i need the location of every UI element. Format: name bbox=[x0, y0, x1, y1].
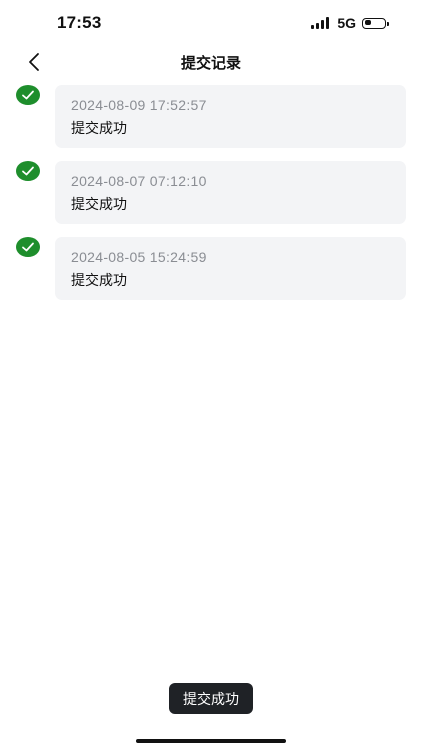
status-bar: 17:53 5G bbox=[0, 0, 422, 44]
record-time: 2024-08-07 07:12:10 bbox=[71, 173, 207, 189]
home-indicator[interactable] bbox=[136, 739, 286, 743]
nav-bar: 提交记录 bbox=[0, 44, 422, 80]
check-circle-icon bbox=[16, 237, 40, 257]
toast-message: 提交成功 bbox=[169, 683, 253, 714]
record-status: 提交成功 bbox=[71, 272, 127, 288]
record-time: 2024-08-05 15:24:59 bbox=[71, 249, 207, 265]
network-type: 5G bbox=[337, 15, 356, 31]
check-circle-icon bbox=[16, 85, 40, 105]
record-card[interactable]: 2024-08-09 17:52:57 提交成功 bbox=[55, 85, 406, 148]
submission-record-list: 2024-08-09 17:52:57 提交成功 2024-08-07 07:1… bbox=[0, 85, 422, 313]
page-title: 提交记录 bbox=[180, 55, 241, 72]
record-status: 提交成功 bbox=[71, 120, 127, 136]
list-item[interactable]: 2024-08-07 07:12:10 提交成功 bbox=[0, 161, 422, 224]
battery-icon bbox=[362, 17, 389, 29]
list-item[interactable]: 2024-08-09 17:52:57 提交成功 bbox=[0, 85, 422, 148]
check-circle-icon bbox=[16, 161, 40, 181]
record-card[interactable]: 2024-08-05 15:24:59 提交成功 bbox=[55, 237, 406, 300]
list-item[interactable]: 2024-08-05 15:24:59 提交成功 bbox=[0, 237, 422, 300]
status-time: 17:53 bbox=[57, 13, 102, 32]
signal-icon bbox=[311, 17, 330, 29]
battery-fill bbox=[364, 20, 371, 25]
status-indicators: 5G bbox=[311, 15, 389, 31]
record-card[interactable]: 2024-08-07 07:12:10 提交成功 bbox=[55, 161, 406, 224]
record-time: 2024-08-09 17:52:57 bbox=[71, 97, 207, 113]
record-status: 提交成功 bbox=[71, 196, 127, 212]
